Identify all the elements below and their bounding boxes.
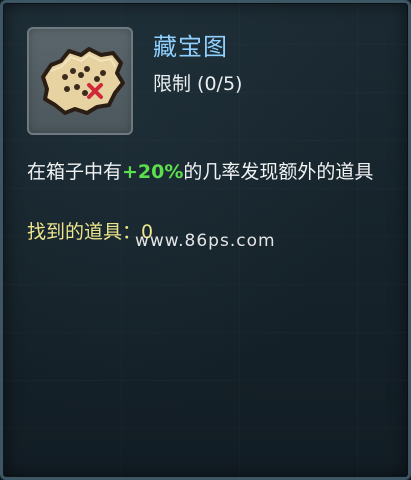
item-icon-frame bbox=[27, 27, 133, 135]
description-prefix: 在箱子中有 bbox=[27, 161, 123, 183]
treasure-map-icon bbox=[41, 47, 125, 115]
item-limit: 限制 (0/5) bbox=[153, 73, 243, 95]
watermark: www.86ps.com bbox=[135, 231, 276, 251]
item-tooltip: 藏宝图 限制 (0/5) 在箱子中有+20%的几率发现额外的道具 找到的道具：0… bbox=[0, 0, 411, 480]
item-title: 藏宝图 bbox=[153, 33, 228, 61]
description-highlight: +20% bbox=[122, 161, 184, 183]
description-suffix: 的几率发现额外的道具 bbox=[183, 161, 374, 183]
item-description: 在箱子中有+20%的几率发现额外的道具 bbox=[27, 158, 387, 187]
